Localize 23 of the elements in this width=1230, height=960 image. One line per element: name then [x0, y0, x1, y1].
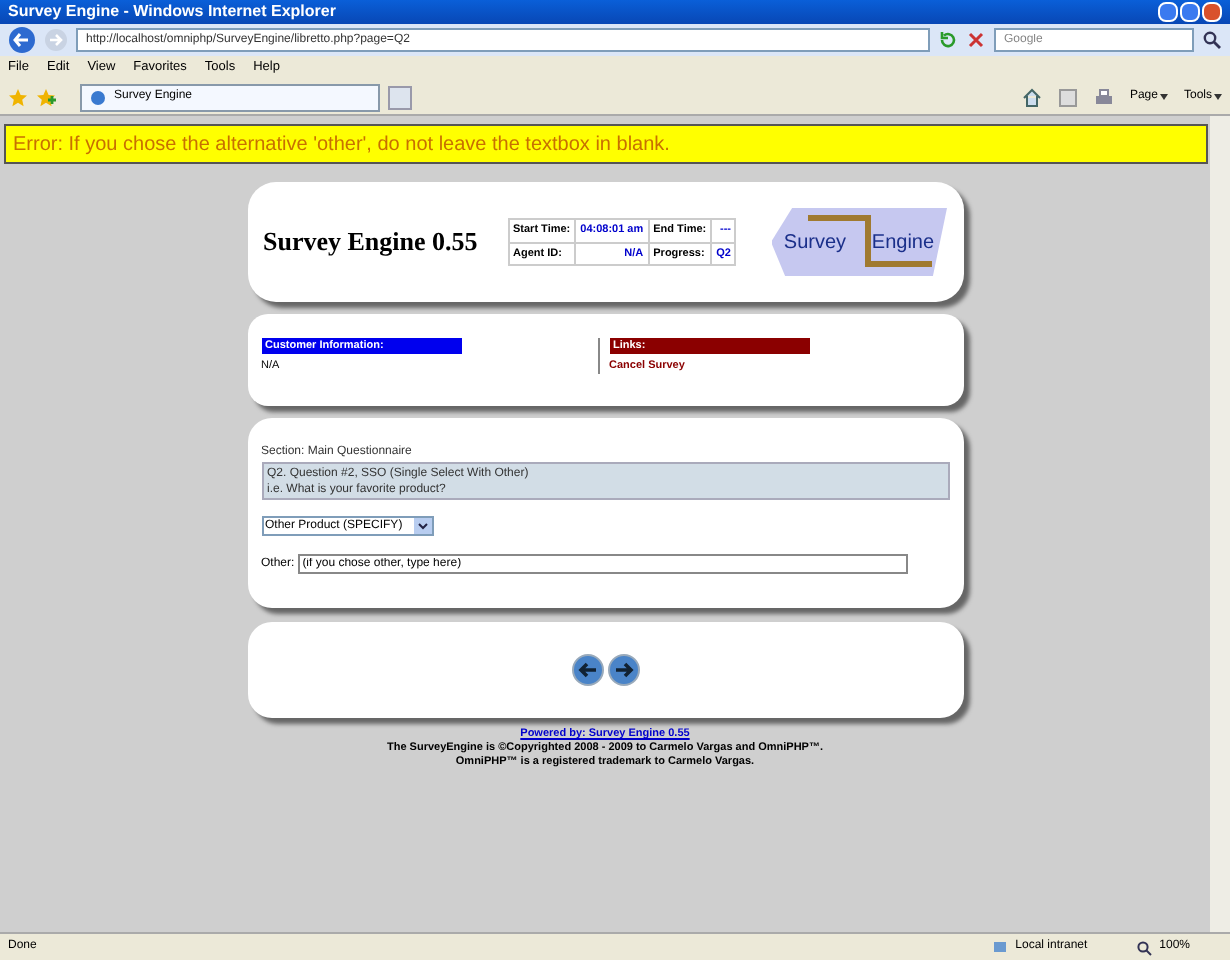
caret-icon	[1214, 94, 1222, 100]
survey-title: Survey Engine 0.55	[263, 224, 480, 261]
minimize-button[interactable]	[1158, 2, 1178, 22]
back-icon[interactable]	[8, 26, 36, 54]
refresh-icon[interactable]	[938, 30, 958, 50]
back-button[interactable]	[571, 654, 603, 686]
printer-icon[interactable]	[1093, 87, 1114, 107]
close-icon[interactable]	[966, 30, 986, 50]
add-favorite-icon[interactable]	[36, 87, 56, 107]
close-button[interactable]	[1202, 2, 1222, 22]
caret-icon	[1159, 94, 1168, 100]
intranet-icon	[991, 939, 1008, 955]
zoom-icon[interactable]	[1135, 939, 1152, 955]
error-message: Error: If you chose the alternative 'other', do not leave the textbox in blank.	[13, 131, 670, 159]
maximize-button[interactable]	[1180, 2, 1200, 22]
window-title: Survey Engine - Windows Internet Explorer	[8, 4, 336, 20]
survey-engine-logo: Survey Engine	[771, 208, 947, 276]
search-icon[interactable]	[1202, 30, 1222, 50]
star-icon[interactable]	[8, 87, 28, 107]
dropdown-arrow-icon	[413, 518, 431, 534]
next-button[interactable]	[607, 654, 639, 686]
scrollbar[interactable]	[1210, 116, 1230, 932]
home-icon[interactable]	[1021, 87, 1042, 107]
